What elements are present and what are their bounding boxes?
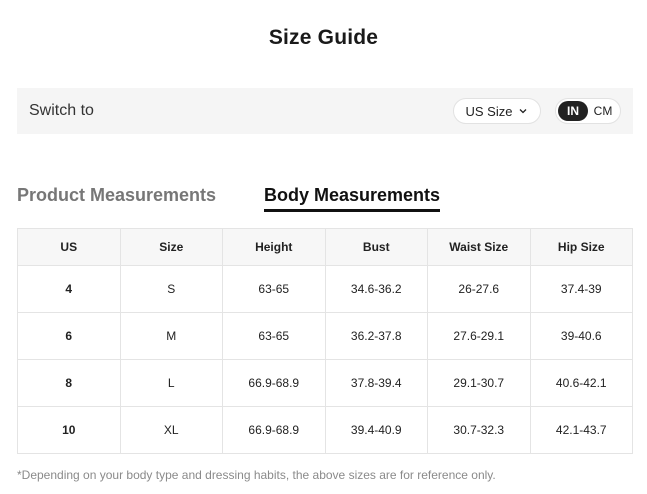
table-cell: 30.7-32.3 [427, 406, 531, 454]
table-cell: L [119, 359, 223, 407]
table-cell: 4 [17, 265, 121, 313]
table-cell: M [119, 312, 223, 360]
table-cell: 39-40.6 [529, 312, 633, 360]
disclaimer-footnote: *Depending on your body type and dressin… [17, 468, 496, 482]
unit-switch-bar: Switch to US Size IN CM [17, 88, 633, 134]
column-header: Size [119, 228, 223, 266]
column-header: Bust [324, 228, 428, 266]
size-table: US Size Height Bust Waist Size Hip Size … [17, 228, 633, 454]
chevron-down-icon [520, 109, 527, 114]
column-header: Height [222, 228, 326, 266]
table-cell: XL [119, 406, 223, 454]
table-cell: 63-65 [222, 265, 326, 313]
column-header: US [17, 228, 121, 266]
table-cell: 8 [17, 359, 121, 407]
table-cell: 10 [17, 406, 121, 454]
table-row: 10 XL 66.9-68.9 39.4-40.9 30.7-32.3 42.1… [17, 406, 633, 454]
table-cell: 34.6-36.2 [324, 265, 428, 313]
table-cell: 27.6-29.1 [427, 312, 531, 360]
switch-label: Switch to [29, 102, 94, 119]
tab-body-measurements[interactable]: Body Measurements [264, 185, 441, 212]
table-cell: 40.6-42.1 [529, 359, 633, 407]
page-title: Size Guide [268, 26, 379, 49]
table-cell: 63-65 [222, 312, 326, 360]
size-system-dropdown[interactable]: US Size [453, 98, 541, 124]
table-row: 4 S 63-65 34.6-36.2 26-27.6 37.4-39 [17, 265, 633, 313]
table-cell: 37.4-39 [529, 265, 633, 313]
table-cell: 29.1-30.7 [427, 359, 531, 407]
table-cell: 26-27.6 [427, 265, 531, 313]
table-row: 8 L 66.9-68.9 37.8-39.4 29.1-30.7 40.6-4… [17, 359, 633, 407]
table-row: 6 M 63-65 36.2-37.8 27.6-29.1 39-40.6 [17, 312, 633, 360]
tab-product-measurements[interactable]: Product Measurements [17, 185, 216, 206]
table-header-row: US Size Height Bust Waist Size Hip Size [17, 228, 633, 266]
size-system-value: US Size [465, 103, 513, 119]
table-cell: 37.8-39.4 [324, 359, 428, 407]
table-cell: 42.1-43.7 [529, 406, 633, 454]
table-cell: 6 [17, 312, 121, 360]
column-header: Hip Size [529, 228, 633, 266]
unit-toggle: IN CM [555, 98, 621, 124]
unit-cm-button[interactable]: CM [588, 101, 618, 121]
table-cell: 66.9-68.9 [222, 359, 326, 407]
unit-in-button[interactable]: IN [558, 101, 588, 121]
table-cell: 66.9-68.9 [222, 406, 326, 454]
table-cell: S [119, 265, 223, 313]
table-cell: 36.2-37.8 [324, 312, 428, 360]
measurement-tabs: Product Measurements Body Measurements [17, 185, 633, 215]
table-cell: 39.4-40.9 [324, 406, 428, 454]
column-header: Waist Size [427, 228, 531, 266]
